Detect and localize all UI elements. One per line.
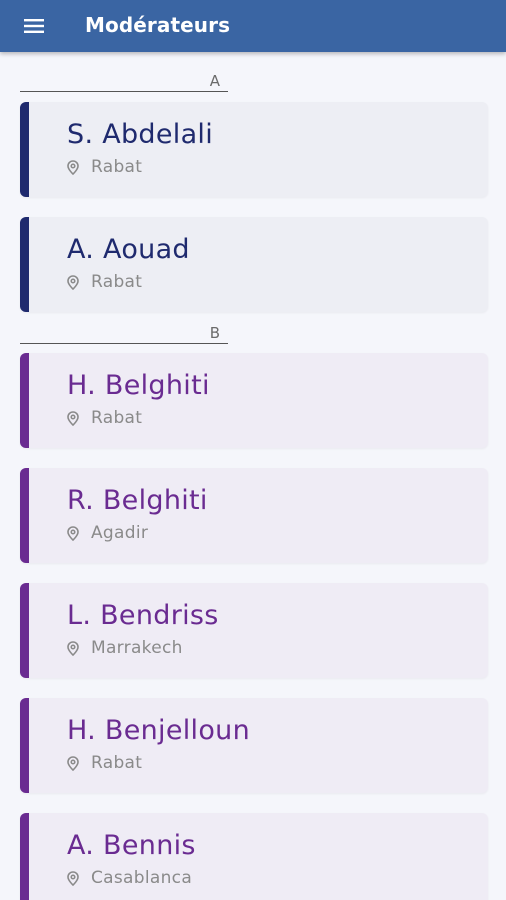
location-pin-icon [67,159,79,175]
card-accent-bar [20,217,29,312]
moderator-city: Marrakech [91,638,183,658]
moderator-card[interactable]: A. Bennis Casablanca [20,813,488,900]
moderator-location: Casablanca [67,867,192,889]
moderator-name: A. Aouad [67,234,190,265]
location-pin-icon [67,870,79,886]
moderator-name: H. Belghiti [67,370,210,401]
moderator-card[interactable]: L. Bendriss Marrakech [20,583,488,678]
moderator-card[interactable]: S. Abdelali Rabat [20,102,488,197]
location-pin-icon [67,274,79,290]
page-title: Modérateurs [85,13,231,37]
card-accent-bar [20,813,29,900]
card-accent-bar [20,698,29,793]
app-bar: Modérateurs [0,0,506,52]
location-pin-icon [67,525,79,541]
moderator-location: Rabat [67,271,142,293]
moderator-card[interactable]: H. Benjelloun Rabat [20,698,488,793]
section-letter: A [209,72,220,90]
moderator-name: A. Bennis [67,830,196,861]
section-header-b: B [20,324,228,344]
moderator-name: L. Bendriss [67,600,219,631]
location-pin-icon [67,640,79,656]
card-accent-bar [20,468,29,563]
moderator-name: R. Belghiti [67,485,208,516]
moderator-location: Marrakech [67,637,183,659]
moderator-city: Rabat [91,753,143,773]
section-divider [20,91,228,92]
moderator-city: Rabat [91,408,143,428]
location-pin-icon [67,410,79,426]
moderator-location: Rabat [67,156,142,178]
moderator-location: Rabat [67,407,142,429]
section-header-a: A [20,72,228,92]
moderator-location: Agadir [67,522,148,544]
section-letter: B [209,324,220,342]
location-pin-icon [67,755,79,771]
moderator-list[interactable]: A S. Abdelali Rabat A. Aouad Rabat B H. … [0,52,506,900]
moderator-name: S. Abdelali [67,119,214,150]
moderator-location: Rabat [67,752,142,774]
section-divider [20,343,228,344]
moderator-city: Rabat [91,157,143,177]
card-accent-bar [20,583,29,678]
moderator-city: Rabat [91,272,143,292]
moderator-card[interactable]: A. Aouad Rabat [20,217,488,312]
moderator-card[interactable]: H. Belghiti Rabat [20,353,488,448]
card-accent-bar [20,353,29,448]
moderator-city: Casablanca [91,868,193,888]
moderator-card[interactable]: R. Belghiti Agadir [20,468,488,563]
moderator-city: Agadir [91,523,149,543]
hamburger-menu-icon[interactable] [24,8,60,44]
moderator-name: H. Benjelloun [67,715,250,746]
card-accent-bar [20,102,29,197]
